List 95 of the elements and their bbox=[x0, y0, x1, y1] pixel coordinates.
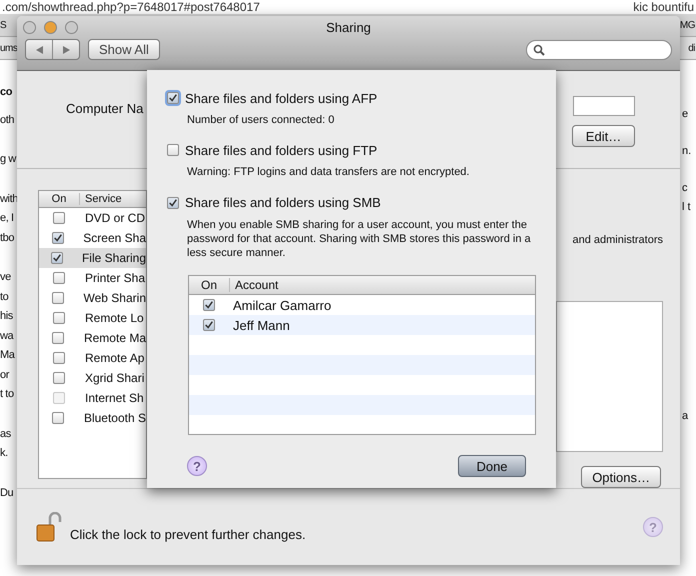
column-header: Service bbox=[84, 193, 122, 205]
page-text: e, I bbox=[0, 212, 14, 224]
show-all-button[interactable]: Show All bbox=[88, 39, 160, 60]
checkbox[interactable] bbox=[53, 352, 65, 364]
service-name: File Sharing bbox=[80, 251, 146, 265]
checkbox[interactable] bbox=[203, 319, 215, 332]
page-text: ve bbox=[0, 271, 11, 283]
page-text: k. bbox=[0, 447, 8, 459]
service-name: Remote Lo bbox=[84, 311, 144, 325]
service-row[interactable]: Web Sharin bbox=[39, 288, 146, 308]
service-row[interactable]: Bluetooth S bbox=[39, 408, 146, 428]
checkbox[interactable] bbox=[53, 272, 65, 284]
page-text: as bbox=[0, 428, 11, 440]
checkbox[interactable] bbox=[51, 252, 64, 264]
bookmark-fragment: di bbox=[688, 42, 695, 54]
page-text: Ma bbox=[0, 349, 14, 361]
account-name: Amilcar Gamarro bbox=[232, 298, 332, 313]
checkbox[interactable] bbox=[52, 412, 64, 424]
back-forward-control[interactable] bbox=[25, 39, 80, 60]
checkbox[interactable] bbox=[167, 144, 179, 156]
checkbox[interactable] bbox=[53, 372, 65, 384]
option-label: Share files and folders using SMB bbox=[185, 195, 381, 210]
search-icon bbox=[533, 44, 545, 56]
service-name: Xgrid Shari bbox=[84, 371, 144, 385]
access-text: and administrators bbox=[572, 234, 663, 246]
edit-button[interactable]: Edit… bbox=[572, 125, 635, 147]
checkbox[interactable] bbox=[52, 292, 64, 304]
computer-name-field[interactable] bbox=[573, 96, 635, 116]
page-text: oth bbox=[0, 114, 14, 126]
service-row[interactable]: Remote Ap bbox=[39, 348, 146, 368]
lock-hint: Click the lock to prevent further changes. bbox=[70, 526, 306, 542]
checkbox[interactable] bbox=[53, 212, 65, 224]
column-header: On bbox=[189, 278, 230, 292]
option-note: Number of users connected: 0 bbox=[187, 113, 336, 128]
service-name: Printer Sha bbox=[84, 271, 146, 285]
window-button[interactable] bbox=[44, 21, 57, 34]
tab-fragment: MG bbox=[680, 20, 695, 30]
checkbox[interactable] bbox=[53, 312, 65, 324]
window-button[interactable] bbox=[23, 21, 36, 34]
page-text: tbo bbox=[0, 232, 14, 244]
checkbox[interactable] bbox=[52, 332, 64, 344]
search-text: kic bountifu bbox=[633, 0, 694, 14]
service-row[interactable]: Screen Sha bbox=[39, 228, 146, 248]
address-text: .com/showthread.php?p=7648017#post7648017 bbox=[2, 0, 260, 14]
page-text: co bbox=[0, 86, 12, 98]
page-text: Du bbox=[0, 486, 14, 498]
page-text: e bbox=[682, 108, 688, 120]
window-button[interactable] bbox=[65, 21, 78, 34]
page-text: wa bbox=[0, 330, 14, 342]
service-row[interactable]: File Sharing bbox=[39, 248, 146, 268]
options-button[interactable]: Options… bbox=[581, 466, 661, 488]
page-text: his bbox=[0, 310, 13, 322]
option-label: Share files and folders using AFP bbox=[185, 90, 378, 106]
page-text: g w bbox=[0, 153, 16, 165]
option-label: Share files and folders using FTP bbox=[185, 142, 378, 158]
page-text: l t bbox=[682, 201, 691, 213]
page-text: to bbox=[0, 290, 8, 302]
search-field[interactable] bbox=[526, 40, 672, 60]
checkbox[interactable] bbox=[203, 299, 215, 312]
account-name: Jeff Mann bbox=[232, 318, 290, 333]
account-row[interactable]: Amilcar Gamarro bbox=[189, 295, 535, 316]
page-text: c bbox=[682, 182, 688, 194]
page-text: n. bbox=[682, 145, 692, 157]
service-name: Screen Sha bbox=[82, 231, 146, 245]
help-button[interactable]: ? bbox=[187, 456, 207, 476]
column-header: On bbox=[39, 193, 80, 205]
service-row[interactable]: Remote Ma bbox=[39, 328, 146, 348]
service-name: Remote Ap bbox=[84, 351, 144, 365]
checkbox[interactable] bbox=[167, 92, 179, 104]
field-label: Computer Na bbox=[66, 101, 144, 117]
unlocked-padlock-icon[interactable] bbox=[36, 512, 62, 542]
service-name: Internet Sh bbox=[84, 391, 144, 405]
bookmark-fragment: ums bbox=[0, 42, 18, 54]
service-name: Bluetooth S bbox=[82, 411, 146, 425]
service-row[interactable]: Printer Sha bbox=[39, 268, 146, 288]
back-icon[interactable] bbox=[36, 46, 42, 54]
page-text: t to bbox=[0, 388, 14, 400]
checkbox[interactable] bbox=[52, 232, 64, 244]
service-row[interactable]: Remote Lo bbox=[39, 308, 146, 328]
page-text: or bbox=[0, 368, 9, 380]
option-note: When you enable SMB sharing for a user account, you must enter the password for that account. Sharing with SMB stores this password in a less secure manner. bbox=[187, 218, 532, 260]
option-note: Warning: FTP logins and data transfers are not encrypted. bbox=[187, 165, 470, 180]
checkbox[interactable] bbox=[167, 196, 179, 209]
done-button[interactable]: Done bbox=[458, 455, 526, 478]
service-name: Web Sharin bbox=[82, 291, 146, 305]
tab-fragment: S bbox=[0, 20, 6, 30]
service-row[interactable]: DVD or CD bbox=[39, 208, 146, 228]
service-name: DVD or CD bbox=[84, 211, 146, 225]
window-title: Sharing bbox=[326, 20, 371, 35]
account-row[interactable]: Jeff Mann bbox=[189, 315, 535, 336]
service-row[interactable]: Xgrid Shari bbox=[39, 368, 146, 388]
service-name: Remote Ma bbox=[82, 331, 146, 345]
forward-icon[interactable] bbox=[62, 46, 70, 54]
column-header: Account bbox=[234, 278, 278, 292]
page-text: a bbox=[682, 410, 688, 422]
